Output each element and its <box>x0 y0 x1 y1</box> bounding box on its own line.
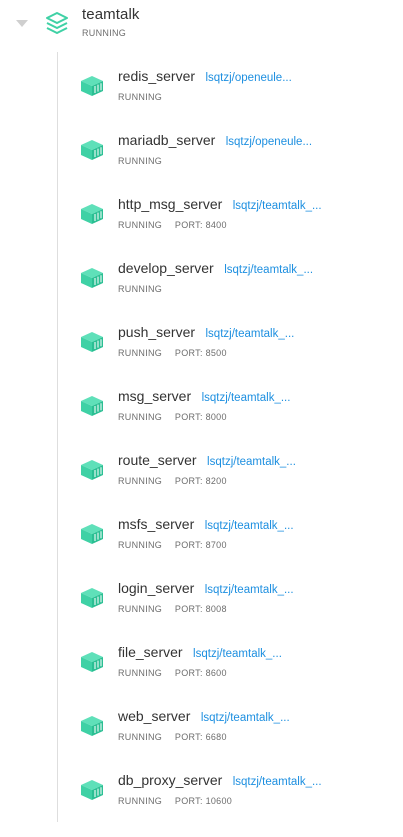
container-row-web-server[interactable]: web_server lsqtzj/teamtalk_... RUNNING P… <box>0 702 403 766</box>
container-row-route-server[interactable]: route_server lsqtzj/teamtalk_... RUNNING… <box>0 446 403 510</box>
container-image-link[interactable]: lsqtzj/teamtalk_... <box>201 712 290 724</box>
container-row-develop-server[interactable]: develop_server lsqtzj/teamtalk_... RUNNI… <box>0 254 403 318</box>
container-status: RUNNING <box>118 348 163 358</box>
container-port: PORT: 8200 <box>174 476 227 486</box>
container-status: RUNNING <box>118 92 163 102</box>
container-image-link[interactable]: lsqtzj/teamtalk_... <box>233 776 322 788</box>
container-icon <box>80 715 104 737</box>
container-status: RUNNING <box>118 604 163 614</box>
stack-icon <box>45 11 69 35</box>
container-name: mariadb_server <box>118 132 216 148</box>
container-image-link[interactable]: lsqtzj/teamtalk_... <box>205 520 294 532</box>
container-port: PORT: 8700 <box>174 540 227 550</box>
container-port: PORT: 8600 <box>174 668 227 678</box>
container-row-msg-server[interactable]: msg_server lsqtzj/teamtalk_... RUNNING P… <box>0 382 403 446</box>
container-port: PORT: 8000 <box>174 412 227 422</box>
container-image-link[interactable]: lsqtzj/openeule... <box>205 72 291 84</box>
container-icon <box>80 779 104 801</box>
container-port: PORT: 8500 <box>174 348 227 358</box>
container-image-link[interactable]: lsqtzj/teamtalk_... <box>206 328 295 340</box>
container-name: file_server <box>118 644 183 660</box>
container-icon <box>80 203 104 225</box>
container-icon <box>80 587 104 609</box>
group-status: RUNNING <box>82 28 127 38</box>
container-icon <box>80 267 104 289</box>
container-image-link[interactable]: lsqtzj/teamtalk_... <box>224 264 313 276</box>
container-name: msfs_server <box>118 516 195 532</box>
container-row-mariadb-server[interactable]: mariadb_server lsqtzj/openeule... RUNNIN… <box>0 126 403 190</box>
container-name: login_server <box>118 580 195 596</box>
container-list: redis_server lsqtzj/openeule... RUNNING … <box>0 62 403 830</box>
container-status: RUNNING <box>118 476 163 486</box>
container-image-link[interactable]: lsqtzj/teamtalk_... <box>233 200 322 212</box>
container-icon <box>80 523 104 545</box>
container-row-login-server[interactable]: login_server lsqtzj/teamtalk_... RUNNING… <box>0 574 403 638</box>
container-status: RUNNING <box>118 220 163 230</box>
container-icon <box>80 331 104 353</box>
container-name: push_server <box>118 324 196 340</box>
container-image-link[interactable]: lsqtzj/teamtalk_... <box>202 392 291 404</box>
container-image-link[interactable]: lsqtzj/teamtalk_... <box>205 584 294 596</box>
group-name: teamtalk <box>82 6 140 23</box>
container-port: PORT: 8008 <box>174 604 227 614</box>
container-name: db_proxy_server <box>118 772 223 788</box>
container-icon <box>80 395 104 417</box>
container-row-file-server[interactable]: file_server lsqtzj/teamtalk_... RUNNING … <box>0 638 403 702</box>
container-status: RUNNING <box>118 796 163 806</box>
container-name: msg_server <box>118 388 192 404</box>
container-status: RUNNING <box>118 156 163 166</box>
container-status: RUNNING <box>118 284 163 294</box>
container-status: RUNNING <box>118 540 163 550</box>
container-row-msfs-server[interactable]: msfs_server lsqtzj/teamtalk_... RUNNING … <box>0 510 403 574</box>
container-icon <box>80 459 104 481</box>
container-row-db-proxy-server[interactable]: db_proxy_server lsqtzj/teamtalk_... RUNN… <box>0 766 403 830</box>
container-name: route_server <box>118 452 197 468</box>
container-row-redis-server[interactable]: redis_server lsqtzj/openeule... RUNNING <box>0 62 403 126</box>
container-row-http-msg-server[interactable]: http_msg_server lsqtzj/teamtalk_... RUNN… <box>0 190 403 254</box>
container-status: RUNNING <box>118 412 163 422</box>
container-port: PORT: 10600 <box>174 796 233 806</box>
container-name: web_server <box>118 708 191 724</box>
container-status: RUNNING <box>118 732 163 742</box>
container-image-link[interactable]: lsqtzj/teamtalk_... <box>193 648 282 660</box>
container-icon <box>80 139 104 161</box>
container-icon <box>80 651 104 673</box>
container-name: http_msg_server <box>118 196 223 212</box>
container-image-link[interactable]: lsqtzj/openeule... <box>226 136 312 148</box>
container-image-link[interactable]: lsqtzj/teamtalk_... <box>207 456 296 468</box>
chevron-down-icon[interactable] <box>15 19 29 29</box>
container-row-push-server[interactable]: push_server lsqtzj/teamtalk_... RUNNING … <box>0 318 403 382</box>
container-icon <box>80 75 104 97</box>
container-name: develop_server <box>118 260 214 276</box>
container-port: PORT: 6680 <box>174 732 227 742</box>
container-name: redis_server <box>118 68 196 84</box>
container-port: PORT: 8400 <box>174 220 227 230</box>
container-status: RUNNING <box>118 668 163 678</box>
compose-group-header[interactable]: teamtalk RUNNING <box>0 0 403 50</box>
